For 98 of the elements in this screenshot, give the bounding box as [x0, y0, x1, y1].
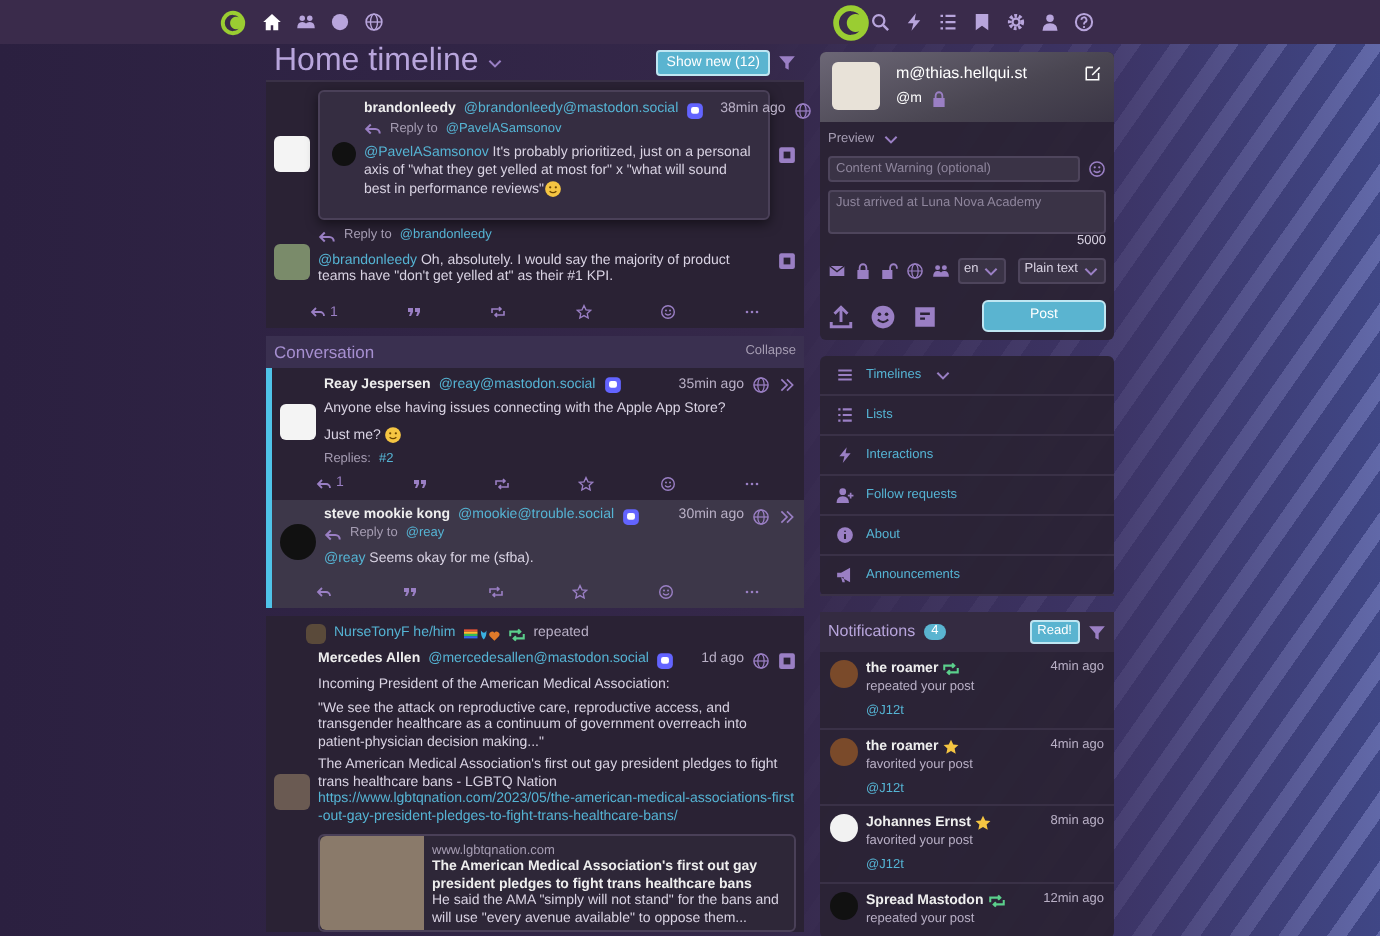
star-icon [572, 584, 589, 601]
envelope-icon[interactable] [828, 261, 846, 280]
link-card[interactable] [318, 834, 796, 932]
globe-icon[interactable] [906, 261, 924, 280]
globe-icon [793, 102, 812, 120]
emoji-reaction-button[interactable] [655, 304, 680, 320]
notifications-title: Notifications [828, 622, 916, 643]
globe-icon [752, 652, 770, 671]
name-emoji-drawing [463, 625, 500, 644]
avatar-image [832, 62, 880, 110]
reply-icon [310, 304, 326, 320]
star-icon [942, 737, 960, 756]
edit-icon[interactable] [1084, 64, 1102, 82]
bolt-icon [836, 446, 854, 465]
boost-icon [487, 584, 504, 601]
badge-icon [686, 102, 705, 120]
avatar-image [332, 142, 356, 167]
globe-icon [752, 507, 770, 526]
smiley-icon[interactable] [1088, 160, 1106, 178]
home-icon[interactable] [262, 12, 282, 32]
filter-icon[interactable] [778, 53, 796, 71]
lock-icon [929, 90, 948, 109]
reply-arrow-icon [364, 120, 382, 138]
filter-icon[interactable] [1088, 623, 1106, 642]
bolt-icon[interactable] [904, 12, 924, 32]
megaphone-icon [836, 566, 854, 585]
star-icon [575, 304, 592, 320]
boost-icon [507, 625, 526, 644]
logo-icon[interactable] [832, 3, 870, 41]
emoji-reaction-button[interactable] [654, 584, 679, 601]
avatar-image [830, 892, 858, 921]
reply-arrow-icon [324, 525, 342, 544]
list-icon[interactable] [938, 12, 958, 32]
avatar-image [306, 624, 326, 645]
favorite-button[interactable] [573, 475, 598, 492]
square-icon[interactable] [778, 252, 796, 271]
circle-icon[interactable] [330, 12, 350, 32]
reply-button[interactable] [312, 584, 336, 601]
smiley-icon [660, 475, 677, 492]
menu-icon [836, 366, 854, 385]
avatar-image [830, 737, 858, 766]
conversation-title: Conversation [274, 342, 375, 363]
favorite-button[interactable] [568, 584, 593, 601]
reply-icon [316, 584, 332, 601]
star-icon [974, 814, 993, 833]
badge-icon [622, 507, 641, 526]
avatar-image [280, 523, 316, 560]
chevron-down-icon[interactable] [882, 130, 901, 148]
avatar-image [274, 773, 310, 810]
globe-icon [752, 376, 770, 395]
avatar-image [830, 660, 858, 689]
avatar-image [830, 814, 858, 843]
quote-icon [411, 475, 428, 492]
upload-icon[interactable] [828, 303, 854, 330]
square-icon[interactable] [778, 145, 796, 164]
expand-icon[interactable] [778, 507, 796, 526]
square-icon[interactable] [778, 652, 796, 671]
people-icon[interactable] [296, 12, 316, 32]
boost-icon [494, 475, 511, 492]
display-name: m@thias.hellqui.st [896, 63, 1027, 83]
person-icon[interactable] [1040, 12, 1060, 32]
reply-icon [316, 475, 332, 492]
smiley-icon[interactable] [870, 303, 896, 330]
star-icon [577, 475, 594, 492]
poll-icon[interactable] [912, 303, 938, 330]
globe-icon[interactable] [364, 12, 384, 32]
smiley-icon [658, 584, 675, 601]
avatar-image [274, 136, 310, 173]
person-add-icon [836, 486, 854, 505]
badge-icon [603, 376, 622, 395]
photo-placeholder [320, 836, 424, 930]
unlock-icon[interactable] [880, 261, 898, 280]
lock-icon[interactable] [854, 261, 872, 280]
list-icon [836, 406, 854, 425]
settings-icon[interactable] [1006, 12, 1026, 32]
smiley-icon [659, 304, 676, 320]
info-icon [836, 526, 854, 545]
people-icon[interactable] [932, 261, 950, 280]
boost-button[interactable] [486, 304, 511, 320]
bookmark-icon[interactable] [972, 12, 992, 32]
quote-icon [406, 304, 423, 320]
avatar-image [280, 404, 316, 441]
boost-icon [490, 304, 507, 320]
boost-icon [942, 660, 960, 679]
boost-button[interactable] [490, 475, 515, 492]
badge-icon [656, 652, 675, 671]
boost-button[interactable] [483, 584, 508, 601]
expand-icon[interactable] [778, 376, 796, 395]
avatar-image [274, 243, 310, 280]
logo-icon[interactable] [220, 9, 246, 35]
timeline-title[interactable]: Home timeline [274, 42, 479, 82]
favorite-button[interactable] [571, 304, 596, 320]
boost-icon [987, 892, 1006, 911]
quote-icon [401, 584, 418, 601]
help-icon[interactable] [1074, 12, 1094, 32]
search-icon[interactable] [870, 12, 890, 32]
emoji-reaction-button[interactable] [656, 475, 681, 492]
reply-arrow-icon [318, 227, 336, 246]
